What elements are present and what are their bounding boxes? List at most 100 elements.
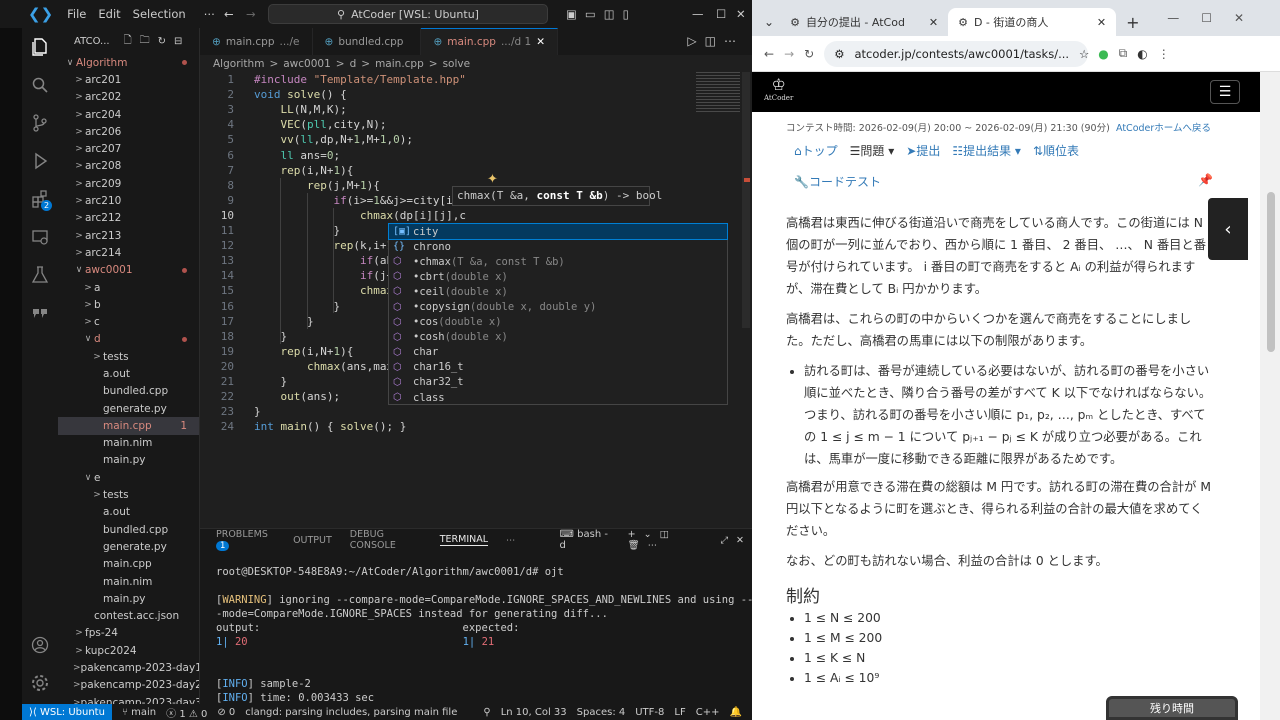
bookmark-star-icon[interactable]: ☆ [1079,47,1097,61]
suggestion-item[interactable]: ⬡ •cbrt (double x) [389,269,727,284]
nav-submit[interactable]: ➤提出 [906,142,940,159]
suggestion-item[interactable]: ⬡ •ceil (double x) [389,284,727,299]
code-line[interactable]: vv(ll,dp,N+1,M+1,0); [254,132,414,147]
tree-item[interactable]: > arc204 [58,106,199,123]
browser-tab-problem[interactable]: ⚙ D - 街道の商人 ✕ [948,8,1117,36]
source-control-icon[interactable] [22,104,58,142]
breadcrumb-item[interactable]: main.cpp [375,58,424,70]
editor-tab[interactable]: ⊕ bundled.cpp [313,28,422,55]
editor-tab[interactable]: ⊕ main.cpp .../e [200,28,313,55]
extensions-puzzle-icon[interactable]: ⧉ [1119,46,1128,61]
tree-item[interactable]: > arc214 [58,244,199,261]
code-line[interactable]: } [254,314,314,329]
tree-item[interactable]: > a [58,279,199,296]
back-icon[interactable]: ← [764,47,774,61]
pin-icon[interactable]: 📌 [1198,173,1213,187]
breadcrumb-item[interactable]: d [350,58,357,70]
atcoder-logo[interactable]: ♔ AtCoder [764,76,793,103]
refresh-icon[interactable]: ↻ [158,36,166,47]
code-line[interactable]: int main() { solve(); } [254,419,406,434]
suggestion-item[interactable]: ⬡ •cosh (double x) [389,330,727,345]
command-center[interactable]: ⚲ AtCoder [WSL: Ubuntu] [268,4,548,24]
tree-item[interactable]: > arc209 [58,175,199,192]
collapse-all-icon[interactable]: ⊟ [174,36,182,47]
tab-close-icon[interactable]: ✕ [536,36,545,48]
breadcrumb-item[interactable]: Algorithm [213,58,264,70]
code-line[interactable]: if(abs [254,253,400,268]
suggestion-item[interactable]: ⬡ class [389,390,727,405]
minimize-icon[interactable]: — [692,7,704,21]
nav-back-icon[interactable]: ← [224,7,234,21]
zoom-icon[interactable]: ⚲ [483,707,490,718]
nav-results[interactable]: ☷提出結果 ▾ [952,142,1021,159]
tree-item[interactable]: > arc201 [58,71,199,88]
menu-file[interactable]: File [67,7,86,21]
terminal-selector[interactable]: ⌨ bash - d [560,529,610,551]
forward-icon[interactable]: → [784,47,794,61]
editor-actions[interactable]: ▷◫⋯ [687,34,744,48]
code-line[interactable]: rep(i,N+1){ [254,163,354,178]
tree-item[interactable]: > tests [58,486,199,503]
new-file-icon[interactable]: 🗋 [124,33,132,50]
code-line[interactable]: } [254,404,261,419]
tree-item[interactable]: > b [58,296,199,313]
tree-item[interactable]: > kupc2024 [58,642,199,659]
tab-search-icon[interactable]: ⌄ [764,15,774,29]
code-line[interactable]: #include "Template/Template.hpp" [254,72,466,87]
vertical-scrollbar[interactable] [742,72,750,328]
terminal-output[interactable]: root@DESKTOP-548E8A9:~/AtCoder/Algorithm… [216,565,798,705]
tree-item[interactable]: > pakencamp-2023-day3 [58,694,199,704]
menu-edit[interactable]: Edit [98,7,120,21]
tab-problems[interactable]: PROBLEMS 1 [216,529,275,551]
tree-item[interactable]: ∨ d [58,331,199,348]
side-panel-toggle[interactable]: ‹ [1208,198,1248,260]
code-line[interactable]: } [254,223,340,238]
menu-selection[interactable]: Selection [133,7,186,21]
code-line[interactable]: chmax( [254,283,400,298]
tree-item[interactable]: contest.acc.json [58,608,199,625]
chrome-menu-icon[interactable]: ⋮ [1158,47,1170,61]
clangd-status[interactable]: clangd: parsing includes, parsing main f… [245,707,457,718]
code-line[interactable]: if(j+c [254,268,400,283]
reload-icon[interactable]: ↻ [804,47,814,61]
account-icon[interactable] [22,626,58,664]
breadcrumb-item[interactable]: awc0001 [283,58,331,70]
tab-debug-console[interactable]: DEBUG CONSOLE [350,529,422,551]
scrollbar-thumb[interactable] [1267,192,1275,352]
tree-item[interactable]: ∨ awc0001 [58,262,199,279]
error-warning-count[interactable]: ⓧ 1 ⚠ 0 [166,705,207,720]
profile-avatar[interactable]: ◐ [1137,47,1147,61]
minimap[interactable] [696,72,740,112]
suggestion-item[interactable]: ⬡ •cos (double x) [389,315,727,330]
eol[interactable]: LF [674,707,685,718]
code-line[interactable]: ll ans=0; [254,148,341,163]
explorer-icon[interactable] [22,28,58,66]
nav-forward-icon[interactable]: → [246,7,256,21]
remote-indicator[interactable]: ⟩⟨ WSL: Ubuntu [22,704,112,720]
tree-item[interactable]: > arc212 [58,210,199,227]
code-line[interactable]: } [254,374,287,389]
layout-icons[interactable]: ▣▭◫▯ [566,7,637,21]
tab-close-icon[interactable]: ✕ [929,16,938,29]
tree-item[interactable]: main.cpp [58,556,199,573]
new-tab-icon[interactable]: + [1126,13,1139,32]
tree-item[interactable]: main.py [58,590,199,607]
nav-standings[interactable]: ⇅順位表 [1033,142,1079,159]
suggestion-item[interactable]: ⬡ char16_t [389,360,727,375]
home-link[interactable]: AtCoderホームへ戻る [1116,120,1211,134]
window-controls[interactable]: —☐✕ [1167,11,1280,25]
tree-item[interactable]: main.nim [58,435,199,452]
encoding[interactable]: UTF-8 [635,707,664,718]
tree-item[interactable]: > fps-24 [58,625,199,642]
tree-item[interactable]: ∨ Algorithm [58,54,199,71]
code-line[interactable]: rep(j,M+1){ [254,178,380,193]
suggestion-item[interactable]: ⬡ •copysign (double x, double y) [389,299,727,314]
run-debug-icon[interactable] [22,142,58,180]
tree-item[interactable]: main.cpp 1 [58,417,199,435]
tree-item[interactable]: main.py [58,452,199,469]
code-line[interactable]: chmax(dp[i][j],c [254,208,466,223]
tree-item[interactable]: generate.py [58,400,199,417]
tab-output[interactable]: OUTPUT [293,535,332,546]
suggestion-widget[interactable]: [▣] city{} chrono ⬡ •chmax (T &a, const T &b)… [388,222,728,405]
code-line[interactable]: chmax(ans,max( [254,359,400,374]
